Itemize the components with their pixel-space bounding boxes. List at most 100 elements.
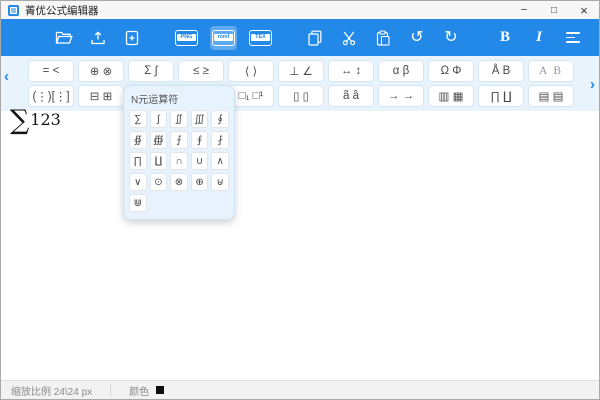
mml-badge-icon: mml <box>212 30 235 46</box>
category-arrows[interactable]: ↔ ↕ <box>329 61 373 81</box>
popup-symbol-grid: ∑ ∫ ∬ ∭ ∮ ∯ ∰ ⨍ ⨎ ⨏ ∏ ∐ ∩ ∪ ∧ ∨ ⊙ ⊗ ⊕ ⊎ … <box>129 110 229 212</box>
undo-icon: ↺ <box>410 30 423 46</box>
nary-symbol-coproduct[interactable]: ∐ <box>150 152 168 170</box>
nary-symbol-contour-integral[interactable]: ∮ <box>211 110 229 128</box>
symbol-row-2: (⋮)[⋮] ⊟ ⊞ □₁ □¹ ▯ ▯ ã â → → ▥ ▦ ∏ ∐ ▤ ▤ <box>29 86 599 106</box>
format-group: B I <box>488 25 600 51</box>
category-letter-styles[interactable]: A B <box>529 61 573 81</box>
align-left-button[interactable] <box>562 25 584 51</box>
png-badge-icon: PNG <box>175 30 198 46</box>
redo-button[interactable]: ↻ <box>440 25 462 51</box>
nary-symbol-union-plus[interactable]: ⊎ <box>211 173 229 191</box>
category-striped-boxes[interactable]: ▤ ▤ <box>529 86 573 106</box>
symbol-category-bar: ‹ › = < ⊕ ⊗ Σ ∫ ≤ ≥ ⟨ ⟩ ⊥ ∠ ↔ ↕ α β Ω Φ … <box>1 56 599 111</box>
category-matrices[interactable]: ▥ ▦ <box>429 86 473 106</box>
edit-group: ↺ ↻ <box>298 25 468 51</box>
formula-sum-symbol: ∑ <box>10 105 29 136</box>
category-greek-lowercase[interactable]: α β <box>379 61 423 81</box>
symbol-row-1: = < ⊕ ⊗ Σ ∫ ≤ ≥ ⟨ ⟩ ⊥ ∠ ↔ ↕ α β Ω Φ Å B … <box>29 61 599 81</box>
color-control[interactable]: 颜色 <box>129 383 164 398</box>
category-nary-operators[interactable]: Σ ∫ <box>129 61 173 81</box>
nary-symbol-double-union[interactable]: ⋓ <box>129 194 147 212</box>
category-fractions[interactable]: ⊟ ⊞ <box>79 86 123 106</box>
tex-badge-icon: TEX <box>249 30 272 46</box>
formula-canvas[interactable]: ∑ 123 <box>1 111 599 380</box>
nary-symbol-integral[interactable]: ∫ <box>150 110 168 128</box>
copy-icon <box>307 30 323 46</box>
category-angle-brackets[interactable]: ⟨ ⟩ <box>229 61 273 81</box>
category-geometry[interactable]: ⊥ ∠ <box>279 61 323 81</box>
bold-button[interactable]: B <box>494 25 516 51</box>
scroll-right-chevron-icon[interactable]: › <box>590 77 595 92</box>
category-circled-operators[interactable]: ⊕ ⊗ <box>79 61 123 81</box>
window-controls: − □ × <box>509 1 599 19</box>
italic-button[interactable]: I <box>528 25 550 51</box>
statusbar: 缩放比例 24\24 px 颜色 <box>1 380 599 399</box>
maximize-button[interactable]: □ <box>539 1 569 19</box>
nary-symbol-double-integral[interactable]: ∬ <box>170 110 188 128</box>
statusbar-separator <box>110 384 111 396</box>
close-button[interactable]: × <box>569 1 599 19</box>
copy-button[interactable] <box>304 25 326 51</box>
nary-symbol-union[interactable]: ∪ <box>191 152 209 170</box>
export-png-button[interactable]: PNG <box>175 25 198 51</box>
nary-symbol-intersection[interactable]: ∩ <box>170 152 188 170</box>
export-tex-button[interactable]: TEX <box>249 25 272 51</box>
category-accented-letters[interactable]: Å B <box>479 61 523 81</box>
nary-symbol-logical-and[interactable]: ∧ <box>211 152 229 170</box>
category-accents[interactable]: ã â <box>329 86 373 106</box>
category-products-limits[interactable]: ∏ ∐ <box>479 86 523 106</box>
align-center-button[interactable] <box>596 25 600 51</box>
category-boxes[interactable]: ▯ ▯ <box>279 86 323 106</box>
align-left-icon <box>566 32 580 42</box>
minimize-button[interactable]: − <box>509 1 539 19</box>
undo-button[interactable]: ↺ <box>406 25 428 51</box>
nary-symbol-product[interactable]: ∏ <box>129 152 147 170</box>
category-inequalities[interactable]: ≤ ≥ <box>179 61 223 81</box>
redo-icon: ↻ <box>444 30 457 46</box>
save-button[interactable] <box>87 25 109 51</box>
upload-icon <box>90 30 106 46</box>
scroll-left-chevron-icon[interactable]: ‹ <box>4 69 9 84</box>
paste-button[interactable] <box>372 25 394 51</box>
italic-label: I <box>536 29 542 46</box>
nary-symbol-sum[interactable]: ∑ <box>129 110 147 128</box>
formula-content[interactable]: ∑123 <box>10 105 61 136</box>
color-swatch[interactable] <box>156 386 164 394</box>
zoom-ratio-label: 缩放比例 24\24 px <box>11 383 92 398</box>
titlebar: 菁优公式编辑器 − □ × <box>1 1 599 19</box>
window-title: 菁优公式编辑器 <box>25 3 99 18</box>
nary-symbol-integral-double-stroke[interactable]: ⨎ <box>191 131 209 149</box>
category-greek-uppercase[interactable]: Ω Φ <box>429 61 473 81</box>
formula-digits: 123 <box>30 110 61 129</box>
category-fences[interactable]: (⋮)[⋮] <box>29 86 73 106</box>
nary-symbol-surface-integral[interactable]: ∯ <box>129 131 147 149</box>
category-equals-relations[interactable]: = < <box>29 61 73 81</box>
nary-symbol-triple-integral[interactable]: ∭ <box>191 110 209 128</box>
category-labeled-arrows[interactable]: → → <box>379 86 423 106</box>
nary-operators-popup: N元运算符 ∑ ∫ ∬ ∭ ∮ ∯ ∰ ⨍ ⨎ ⨏ ∏ ∐ ∩ ∪ ∧ ∨ ⊙ … <box>123 85 235 220</box>
nary-symbol-finite-part-integral[interactable]: ⨍ <box>170 131 188 149</box>
category-scripts[interactable]: □₁ □¹ <box>229 86 273 106</box>
main-toolbar: PNG mml TEX <box>1 19 599 56</box>
nary-symbol-integral-average[interactable]: ⨏ <box>211 131 229 149</box>
nary-symbol-logical-or[interactable]: ∨ <box>129 173 147 191</box>
folder-open-icon <box>55 30 73 45</box>
open-button[interactable] <box>53 25 75 51</box>
file-group <box>47 25 149 51</box>
new-file-button[interactable] <box>121 25 143 51</box>
nary-symbol-circled-dot[interactable]: ⊙ <box>150 173 168 191</box>
scissors-icon <box>341 30 357 46</box>
new-file-icon <box>124 30 140 46</box>
nary-symbol-circled-times[interactable]: ⊗ <box>170 173 188 191</box>
export-mml-button[interactable]: mml <box>210 26 237 50</box>
nary-symbol-volume-integral[interactable]: ∰ <box>150 131 168 149</box>
bold-label: B <box>500 29 510 46</box>
nary-symbol-circled-plus[interactable]: ⊕ <box>191 173 209 191</box>
popup-title: N元运算符 <box>131 91 229 106</box>
export-group: PNG mml TEX <box>169 25 278 51</box>
app-icon <box>8 5 19 16</box>
color-label: 颜色 <box>129 383 149 398</box>
cut-button[interactable] <box>338 25 360 51</box>
app-window: 菁优公式编辑器 − □ × <box>0 0 600 400</box>
